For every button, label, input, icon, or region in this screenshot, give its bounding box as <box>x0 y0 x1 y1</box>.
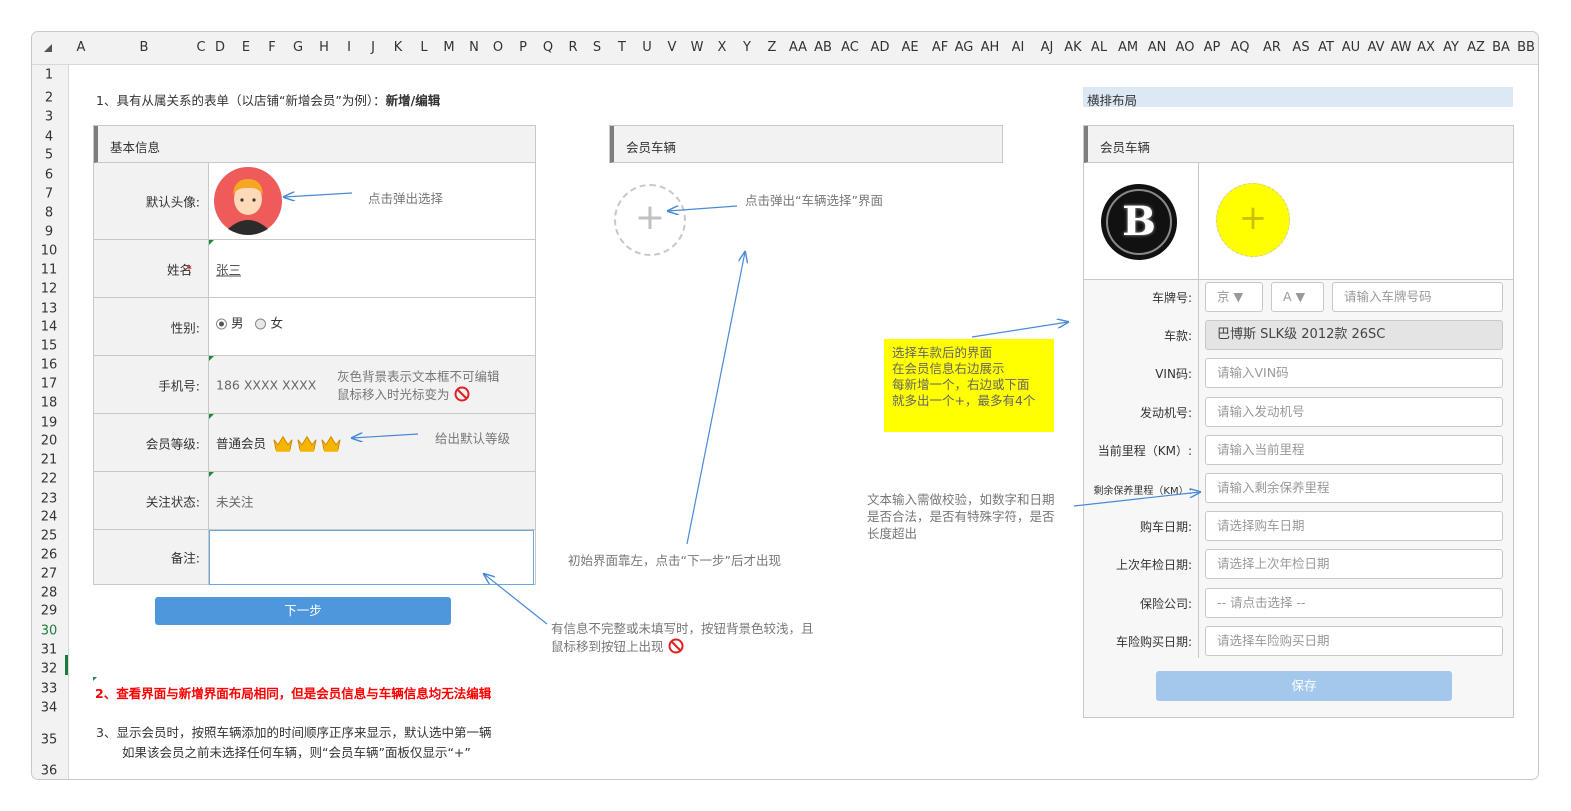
arrow-level <box>352 434 419 438</box>
arrow-vehicle-add <box>668 205 738 211</box>
arrow-validate <box>1073 492 1200 507</box>
arrow-incomplete <box>484 574 548 625</box>
annotation-arrows <box>32 32 1538 625</box>
spreadsheet-window: A B C D E F G H I J K L M N O P Q R S T U V W X Y Z AA AB AC AD AE AF AG… <box>31 31 1539 780</box>
arrow-yellow <box>971 322 1068 338</box>
arrow-avatar <box>284 193 353 197</box>
arrow-initial <box>686 252 745 545</box>
